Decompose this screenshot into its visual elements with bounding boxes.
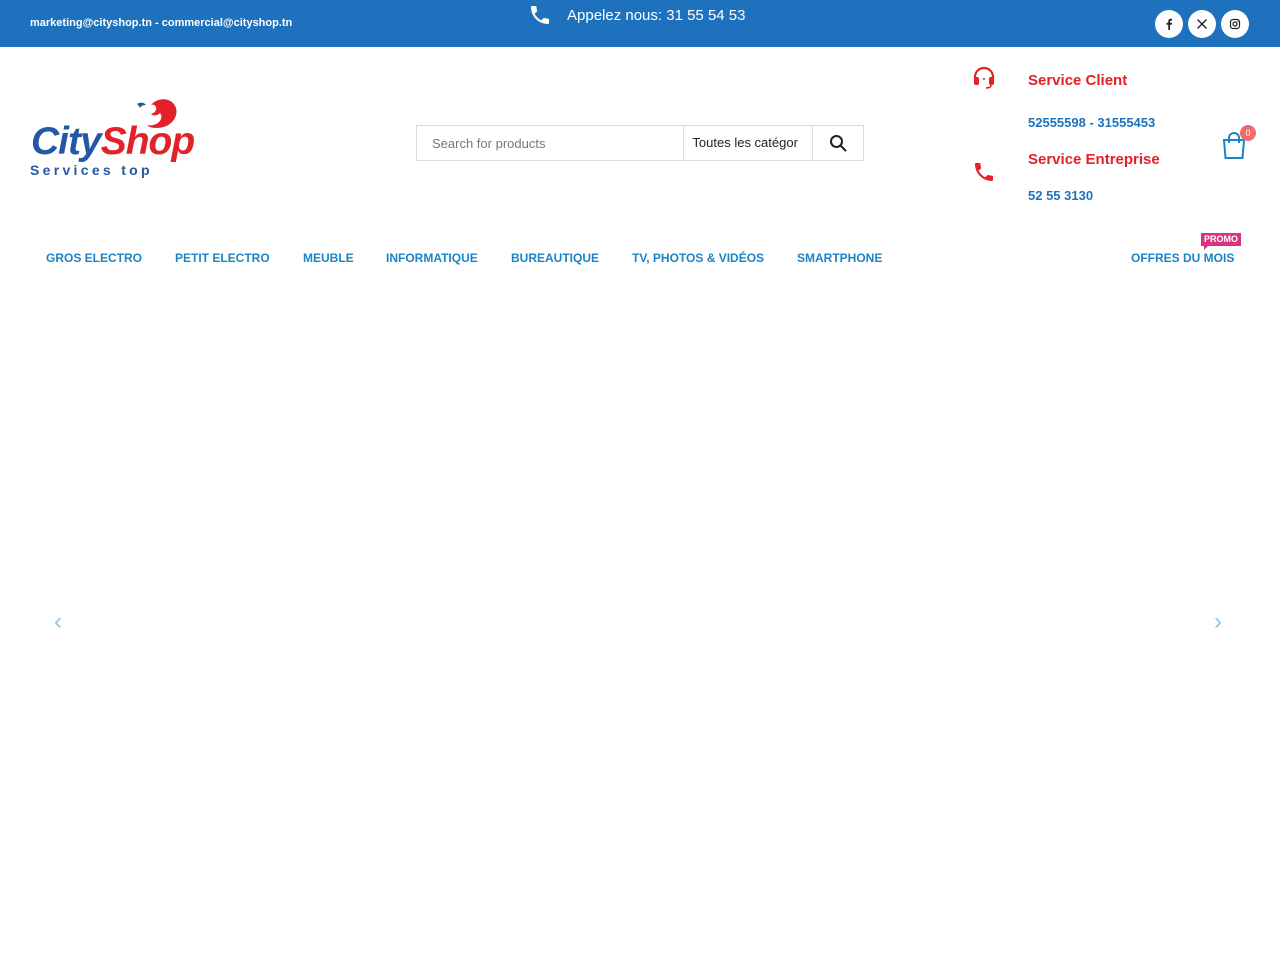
nav-item-meuble[interactable]: MEUBLE xyxy=(303,251,354,265)
cart-button[interactable]: 0 xyxy=(1220,125,1256,161)
search-icon xyxy=(830,135,847,152)
site-logo[interactable]: CityShop Services top xyxy=(30,96,195,182)
instagram-link[interactable] xyxy=(1221,10,1249,38)
cart-count-badge: 0 xyxy=(1240,125,1256,141)
nav-item-petit-electro[interactable]: PETIT ELECTRO xyxy=(175,251,270,265)
nav-item-tv-photos-videos[interactable]: TV, PHOTOS & VIDÉOS xyxy=(632,251,764,265)
top-phone-text: Appelez nous: 31 55 54 53 xyxy=(567,6,746,24)
nav-item-bureautique[interactable]: BUREAUTIQUE xyxy=(511,251,599,265)
nav-item-gros-electro[interactable]: GROS ELECTRO xyxy=(46,251,142,265)
service-client-numbers[interactable]: 52555598 - 31555453 xyxy=(1028,115,1155,130)
search-button[interactable] xyxy=(812,126,863,160)
facebook-link[interactable] xyxy=(1155,10,1183,38)
promo-badge: PROMO xyxy=(1201,233,1242,250)
slider-prev-button[interactable]: ‹ xyxy=(54,608,62,636)
search-input[interactable] xyxy=(417,126,684,160)
instagram-icon xyxy=(1229,18,1241,30)
top-phone[interactable]: Appelez nous: 31 55 54 53 xyxy=(528,3,745,27)
headset-icon xyxy=(973,66,995,89)
logo-tagline: Services top xyxy=(30,162,153,178)
slider-next-button[interactable]: › xyxy=(1214,608,1222,636)
nav-item-smartphone[interactable]: SMARTPHONE xyxy=(797,251,882,265)
phone-icon xyxy=(531,6,549,24)
search-form: Toutes les catégor xyxy=(416,125,864,161)
facebook-icon xyxy=(1166,18,1172,30)
logo-text: CityShop xyxy=(31,120,195,163)
service-client-title: Service Client xyxy=(1028,72,1128,89)
phone-red-icon xyxy=(975,163,993,181)
service-entreprise-title: Service Entreprise xyxy=(1028,151,1160,168)
service-entreprise-numbers[interactable]: 52 55 3130 xyxy=(1028,188,1093,203)
top-bar: marketing@cityshop.tn - commercial@citys… xyxy=(0,0,1280,47)
category-select[interactable]: Toutes les catégor xyxy=(683,126,812,160)
x-link[interactable] xyxy=(1188,10,1216,38)
nav-item-informatique[interactable]: INFORMATIQUE xyxy=(386,251,478,265)
nav-item-offres-du-mois[interactable]: OFFRES DU MOIS xyxy=(1131,251,1234,265)
contact-emails[interactable]: marketing@cityshop.tn - commercial@citys… xyxy=(30,17,292,29)
x-icon xyxy=(1197,19,1207,29)
